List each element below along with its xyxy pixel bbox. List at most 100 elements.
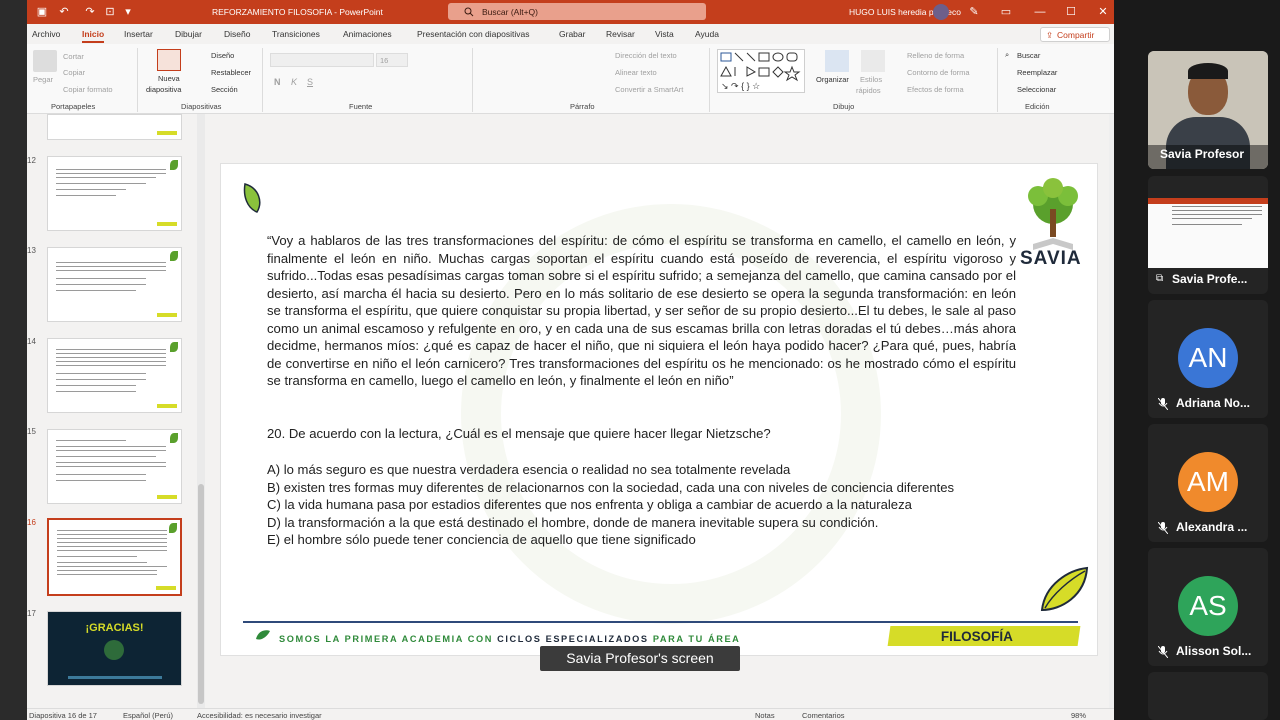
options-list[interactable]: A) lo más seguro es que nuestra verdader… xyxy=(267,461,1016,549)
minimize-icon[interactable]: — xyxy=(1033,5,1047,19)
slide-canvas[interactable]: SAVIA “Voy a hablaros de las tres transf… xyxy=(220,163,1098,656)
find-button[interactable]: Buscar xyxy=(1017,51,1040,60)
close-icon[interactable]: ✕ xyxy=(1096,5,1110,19)
customize-icon[interactable]: ▾ xyxy=(121,5,135,19)
tab-inicio[interactable]: Inicio xyxy=(82,29,105,43)
footer-slogan-post: PARA TU ÁREA xyxy=(648,634,741,644)
participant-tile[interactable]: AS Alisson Sol... xyxy=(1148,548,1268,666)
layout-button[interactable]: Diseño xyxy=(211,51,234,60)
new-slide-icon[interactable] xyxy=(157,49,181,71)
thumbnail-17[interactable]: ¡GRACIAS! xyxy=(47,611,182,686)
slide-quote[interactable]: “Voy a hablaros de las tres transformaci… xyxy=(267,232,1016,390)
styles-label[interactable]: Estilos xyxy=(860,75,882,84)
undo-icon[interactable]: ↶ xyxy=(57,5,71,19)
font-size-select[interactable]: 16 xyxy=(376,53,408,67)
replace-button[interactable]: Reemplazar xyxy=(1017,68,1057,77)
thumbnail-pane: 12 13 14 15 16 17 ¡GRACIAS! xyxy=(27,114,211,708)
tab-archivo[interactable]: Archivo xyxy=(32,29,60,39)
option-b[interactable]: B) existen tres formas muy diferentes de… xyxy=(267,479,1016,497)
person-hair xyxy=(1188,63,1228,79)
notes-button[interactable]: Notas xyxy=(755,711,775,720)
search-box[interactable]: Buscar (Alt+Q) xyxy=(448,3,706,20)
accessibility-status[interactable]: Accesibilidad: es necesario investigar xyxy=(197,711,322,720)
align-text-button[interactable]: Alinear texto xyxy=(615,68,657,77)
ribbon-display-icon[interactable]: ▭ xyxy=(999,5,1013,19)
italic-button[interactable]: K xyxy=(291,77,297,87)
thumbnail-number: 14 xyxy=(27,337,36,346)
comments-button[interactable]: Comentarios xyxy=(802,711,845,720)
ribbon: Pegar Cortar Copiar Copiar formato Porta… xyxy=(27,44,1114,114)
tab-transiciones[interactable]: Transiciones xyxy=(272,29,320,39)
participant-screen-tile[interactable]: ⧉ Savia Profe... xyxy=(1148,176,1268,294)
font-size-value: 16 xyxy=(380,56,389,65)
save-icon[interactable]: ▣ xyxy=(35,5,49,19)
thumbnail-13[interactable] xyxy=(47,247,182,322)
redo-icon[interactable]: ↷ xyxy=(83,5,97,19)
tab-insertar[interactable]: Insertar xyxy=(124,29,153,39)
thumbnail-14[interactable] xyxy=(47,338,182,413)
thumbnail-12[interactable] xyxy=(47,156,182,231)
tab-diseno[interactable]: Diseño xyxy=(224,29,250,39)
shape-effects-button[interactable]: Efectos de forma xyxy=(907,85,964,94)
underline-button[interactable]: S xyxy=(307,77,313,87)
shapes-gallery[interactable]: ↘ ↷ { } ☆ xyxy=(717,49,805,93)
shapes-icon: ↘ ↷ { } ☆ xyxy=(720,52,801,91)
tab-revisar[interactable]: Revisar xyxy=(606,29,635,39)
select-button[interactable]: Seleccionar xyxy=(1017,85,1056,94)
arrange-label[interactable]: Organizar xyxy=(816,75,849,84)
present-icon[interactable]: ⊡ xyxy=(103,5,117,19)
option-a[interactable]: A) lo más seguro es que nuestra verdader… xyxy=(267,461,1016,479)
quick-styles-icon[interactable] xyxy=(861,50,885,72)
tab-ayuda[interactable]: Ayuda xyxy=(695,29,719,39)
option-c[interactable]: C) la vida humana pasa por estadios dife… xyxy=(267,496,1016,514)
thumbnail-scroll-thumb[interactable] xyxy=(198,484,204,704)
tab-presentacion[interactable]: Presentación con diapositivas xyxy=(417,29,529,39)
participant-video-tile[interactable]: Savia Profesor xyxy=(1148,51,1268,169)
leaf-icon xyxy=(1040,566,1089,612)
thumbnail-16-selected[interactable] xyxy=(47,518,182,596)
language[interactable]: Español (Perú) xyxy=(123,711,173,720)
zoom-level[interactable]: 98% xyxy=(1071,711,1086,720)
thumbnail-15[interactable] xyxy=(47,429,182,504)
arrange-icon[interactable] xyxy=(825,50,849,72)
copy-button[interactable]: Copiar xyxy=(63,68,85,77)
tab-grabar[interactable]: Grabar xyxy=(559,29,585,39)
text-direction-button[interactable]: Dirección del texto xyxy=(615,51,677,60)
group-diapositivas: Diapositivas xyxy=(181,102,222,111)
option-e[interactable]: E) el hombre sólo puede tener conciencia… xyxy=(267,531,1016,549)
footer-slogan-pre: SOMOS LA PRIMERA ACADEMIA CON xyxy=(279,634,498,644)
shape-outline-button[interactable]: Contorno de forma xyxy=(907,68,970,77)
section-button[interactable]: Sección xyxy=(211,85,238,94)
participant-tile-partial[interactable] xyxy=(1148,672,1268,720)
preview-line xyxy=(1172,218,1252,219)
maximize-icon[interactable]: ☐ xyxy=(1064,5,1078,19)
subject-tag-text: FILOSOFÍA xyxy=(940,629,1013,644)
thumbnail-scrollbar[interactable] xyxy=(197,114,205,708)
search-placeholder: Buscar (Alt+Q) xyxy=(482,7,538,17)
bold-button[interactable]: N xyxy=(274,77,281,87)
group-portapapeles: Portapapeles xyxy=(51,102,96,111)
reset-button[interactable]: Restablecer xyxy=(211,68,251,77)
tab-dibujar[interactable]: Dibujar xyxy=(175,29,202,39)
pen-icon[interactable]: ✎ xyxy=(967,5,981,19)
tab-animaciones[interactable]: Animaciones xyxy=(343,29,392,39)
thumbnail-11[interactable] xyxy=(47,114,182,140)
option-d[interactable]: D) la transformación a la que está desti… xyxy=(267,514,1016,532)
share-button[interactable]: ⇪ Compartir xyxy=(1040,27,1110,42)
paste-icon[interactable] xyxy=(33,50,57,72)
tab-vista[interactable]: Vista xyxy=(655,29,674,39)
shape-fill-button[interactable]: Relleno de forma xyxy=(907,51,964,60)
font-family-select[interactable] xyxy=(270,53,374,67)
cut-button[interactable]: Cortar xyxy=(63,52,84,61)
search-icon xyxy=(464,7,474,17)
new-slide-label-2[interactable]: diapositiva xyxy=(146,85,181,94)
quick-label[interactable]: rápidos xyxy=(856,86,881,95)
paste-label[interactable]: Pegar xyxy=(33,75,53,84)
participant-tile[interactable]: AM Alexandra ... xyxy=(1148,424,1268,542)
participant-tile[interactable]: AN Adriana No... xyxy=(1148,300,1268,418)
new-slide-label[interactable]: Nueva xyxy=(158,74,180,83)
smartart-button[interactable]: Convertir a SmartArt xyxy=(615,85,683,94)
format-painter-button[interactable]: Copiar formato xyxy=(63,85,113,94)
question-text[interactable]: 20. De acuerdo con la lectura, ¿Cuál es … xyxy=(267,426,771,441)
user-avatar[interactable] xyxy=(933,4,949,20)
